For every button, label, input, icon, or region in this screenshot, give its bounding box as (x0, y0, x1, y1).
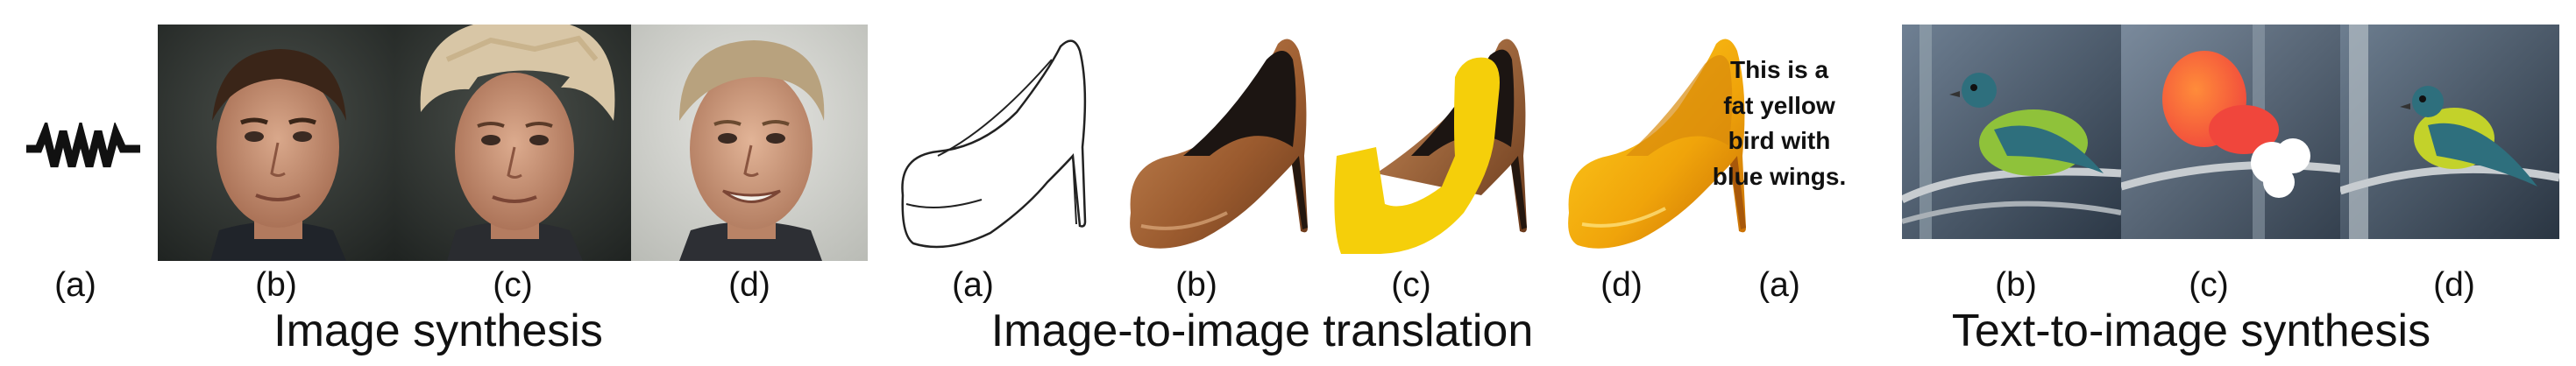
panel3-label-a: (a) (1758, 266, 1800, 304)
panel2-label-a: (a) (952, 266, 994, 304)
noise-zigzag-icon (26, 123, 140, 168)
shoe-sketch-image-a (885, 25, 1104, 261)
face-image-c (394, 25, 631, 261)
panel1-label-b: (b) (255, 266, 297, 304)
panel3-label-c: (c) (2189, 266, 2229, 304)
panel2-label-c: (c) (1391, 266, 1431, 304)
panel2-label-b: (b) (1175, 266, 1217, 304)
text-caption: This is a fat yellow bird with blue wing… (1712, 56, 1847, 190)
panel1-label-d: (d) (728, 266, 770, 304)
face-image-d (631, 25, 868, 261)
panel2-title: Image-to-image translation (990, 306, 1534, 356)
face-image-b (158, 25, 394, 261)
panel1-label-c: (c) (493, 266, 533, 304)
panel1-label-a: (a) (54, 266, 96, 304)
bird-image-b (1902, 25, 2121, 239)
panel1-title: Image synthesis (273, 306, 603, 356)
shoe-photo-image-b (1104, 25, 1323, 261)
shoe-scribble-image-c (1323, 25, 1543, 261)
bird-scribble-image-c (2121, 25, 2340, 239)
panel2-label-d: (d) (1600, 266, 1643, 304)
panel3-label-d: (d) (2433, 266, 2475, 304)
panel3-title: Text-to-image synthesis (1951, 306, 2431, 356)
panel3-label-b: (b) (1995, 266, 2037, 304)
bird-result-image-d (2340, 25, 2559, 239)
